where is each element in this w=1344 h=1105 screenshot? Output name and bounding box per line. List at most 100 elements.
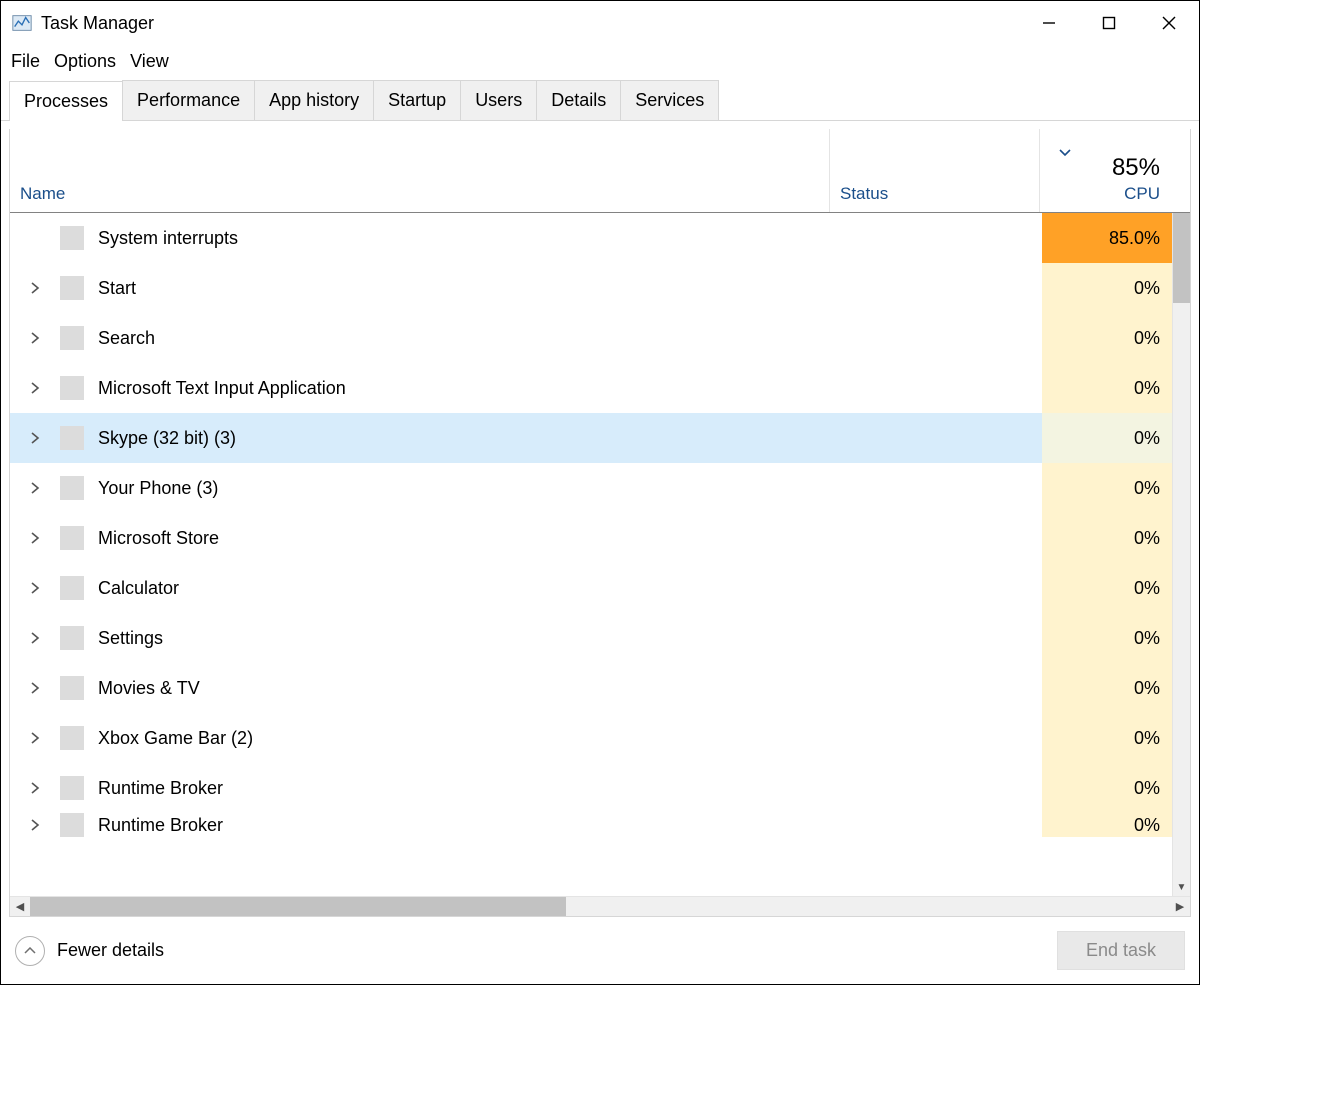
table-row[interactable]: Your Phone (3)0% <box>10 463 1190 513</box>
process-name-cell[interactable]: Your Phone (3) <box>10 463 832 513</box>
process-name: Your Phone (3) <box>98 478 218 499</box>
end-task-button[interactable]: End task <box>1057 931 1185 970</box>
process-status-cell <box>832 813 1042 837</box>
expand-icon[interactable] <box>28 332 42 344</box>
cpu-label: CPU <box>1124 184 1160 204</box>
process-cpu-cell: 0% <box>1042 363 1172 413</box>
process-name-cell[interactable]: System interrupts <box>10 213 832 263</box>
window-title: Task Manager <box>41 13 1019 34</box>
process-cpu-cell: 0% <box>1042 413 1172 463</box>
fewer-details-label: Fewer details <box>57 940 164 961</box>
expand-icon[interactable] <box>28 532 42 544</box>
process-name: Settings <box>98 628 163 649</box>
horizontal-scrollbar[interactable]: ◀ ▶ <box>10 896 1190 916</box>
expand-icon[interactable] <box>28 582 42 594</box>
process-name-cell[interactable]: Runtime Broker <box>10 763 832 813</box>
process-name-cell[interactable]: Runtime Broker <box>10 813 832 837</box>
tab-processes[interactable]: Processes <box>9 81 123 121</box>
table-row[interactable]: Xbox Game Bar (2) 0% <box>10 713 1190 763</box>
process-cpu-cell: 0% <box>1042 613 1172 663</box>
table-row[interactable]: Skype (32 bit) (3) 0% <box>10 413 1190 463</box>
process-icon <box>60 226 84 250</box>
process-status-cell <box>832 213 1042 263</box>
process-name: Skype (32 bit) (3) <box>98 428 236 449</box>
process-name-cell[interactable]: Xbox Game Bar (2) <box>10 713 832 763</box>
column-name[interactable]: Name <box>10 129 830 212</box>
chevron-down-icon <box>1058 143 1072 163</box>
tab-app-history[interactable]: App history <box>254 80 374 120</box>
table-row[interactable]: Runtime Broker 0% <box>10 813 1190 837</box>
process-cpu-cell: 0% <box>1042 813 1172 837</box>
scroll-gutter <box>1170 129 1190 212</box>
process-cpu-cell: 0% <box>1042 713 1172 763</box>
scroll-down-icon[interactable]: ▼ <box>1173 878 1190 896</box>
app-icon <box>11 12 33 34</box>
cpu-total: 85% <box>1112 154 1160 182</box>
maximize-button[interactable] <box>1079 1 1139 45</box>
table-row[interactable]: Calculator 0% <box>10 563 1190 613</box>
expand-icon[interactable] <box>28 282 42 294</box>
process-icon <box>60 576 84 600</box>
table-row[interactable]: Microsoft Store0% <box>10 513 1190 563</box>
scroll-left-icon[interactable]: ◀ <box>10 900 30 913</box>
titlebar[interactable]: Task Manager <box>1 1 1199 45</box>
scroll-right-icon[interactable]: ▶ <box>1170 900 1190 913</box>
expand-icon[interactable] <box>28 432 42 444</box>
hscroll-thumb[interactable] <box>30 897 566 916</box>
process-name: Microsoft Text Input Application <box>98 378 346 399</box>
tab-services[interactable]: Services <box>620 80 719 120</box>
process-name-cell[interactable]: Microsoft Store <box>10 513 832 563</box>
table-row[interactable]: Microsoft Text Input Application 0% <box>10 363 1190 413</box>
process-name: Runtime Broker <box>98 778 223 799</box>
process-cpu-cell: 85.0% <box>1042 213 1172 263</box>
tabs: Processes Performance App history Startu… <box>1 80 1199 121</box>
close-button[interactable] <box>1139 1 1199 45</box>
scroll-thumb[interactable] <box>1173 213 1190 303</box>
tab-users[interactable]: Users <box>460 80 537 120</box>
tab-details[interactable]: Details <box>536 80 621 120</box>
menu-view[interactable]: View <box>130 51 169 72</box>
process-cpu-cell: 0% <box>1042 563 1172 613</box>
table-row[interactable]: Settings 0% <box>10 613 1190 663</box>
process-name-cell[interactable]: Movies & TV <box>10 663 832 713</box>
tab-startup[interactable]: Startup <box>373 80 461 120</box>
column-cpu[interactable]: 85% CPU <box>1040 129 1170 212</box>
process-icon <box>60 476 84 500</box>
minimize-button[interactable] <box>1019 1 1079 45</box>
menu-options[interactable]: Options <box>54 51 116 72</box>
expand-icon[interactable] <box>28 382 42 394</box>
process-status-cell <box>832 263 1042 313</box>
table-row[interactable]: Movies & TV0% <box>10 663 1190 713</box>
process-name-cell[interactable]: Skype (32 bit) (3) <box>10 413 832 463</box>
window-controls <box>1019 1 1199 45</box>
tab-performance[interactable]: Performance <box>122 80 255 120</box>
menu-file[interactable]: File <box>11 51 40 72</box>
expand-icon[interactable] <box>28 482 42 494</box>
process-name-cell[interactable]: Calculator <box>10 563 832 613</box>
process-name-cell[interactable]: Search <box>10 313 832 363</box>
expand-icon[interactable] <box>28 782 42 794</box>
table-row[interactable]: System interrupts 85.0% <box>10 213 1190 263</box>
table-row[interactable]: Search 0% <box>10 313 1190 363</box>
process-status-cell <box>832 563 1042 613</box>
process-name-cell[interactable]: Microsoft Text Input Application <box>10 363 832 413</box>
expand-icon[interactable] <box>28 819 42 831</box>
fewer-details-button[interactable]: Fewer details <box>15 936 164 966</box>
table-row[interactable]: Start0% <box>10 263 1190 313</box>
process-icon <box>60 276 84 300</box>
process-icon <box>60 676 84 700</box>
process-cpu-cell: 0% <box>1042 313 1172 363</box>
expand-icon[interactable] <box>28 732 42 744</box>
table-row[interactable]: Runtime Broker0% <box>10 763 1190 813</box>
process-icon <box>60 376 84 400</box>
column-status[interactable]: Status <box>830 129 1040 212</box>
process-name: Movies & TV <box>98 678 200 699</box>
process-icon <box>60 726 84 750</box>
vertical-scrollbar[interactable]: ▲ ▼ <box>1172 213 1190 896</box>
table-header: Name Status 85% CPU <box>10 129 1190 213</box>
process-name-cell[interactable]: Start <box>10 263 832 313</box>
expand-icon[interactable] <box>28 632 42 644</box>
process-status-cell <box>832 313 1042 363</box>
expand-icon[interactable] <box>28 682 42 694</box>
process-name-cell[interactable]: Settings <box>10 613 832 663</box>
